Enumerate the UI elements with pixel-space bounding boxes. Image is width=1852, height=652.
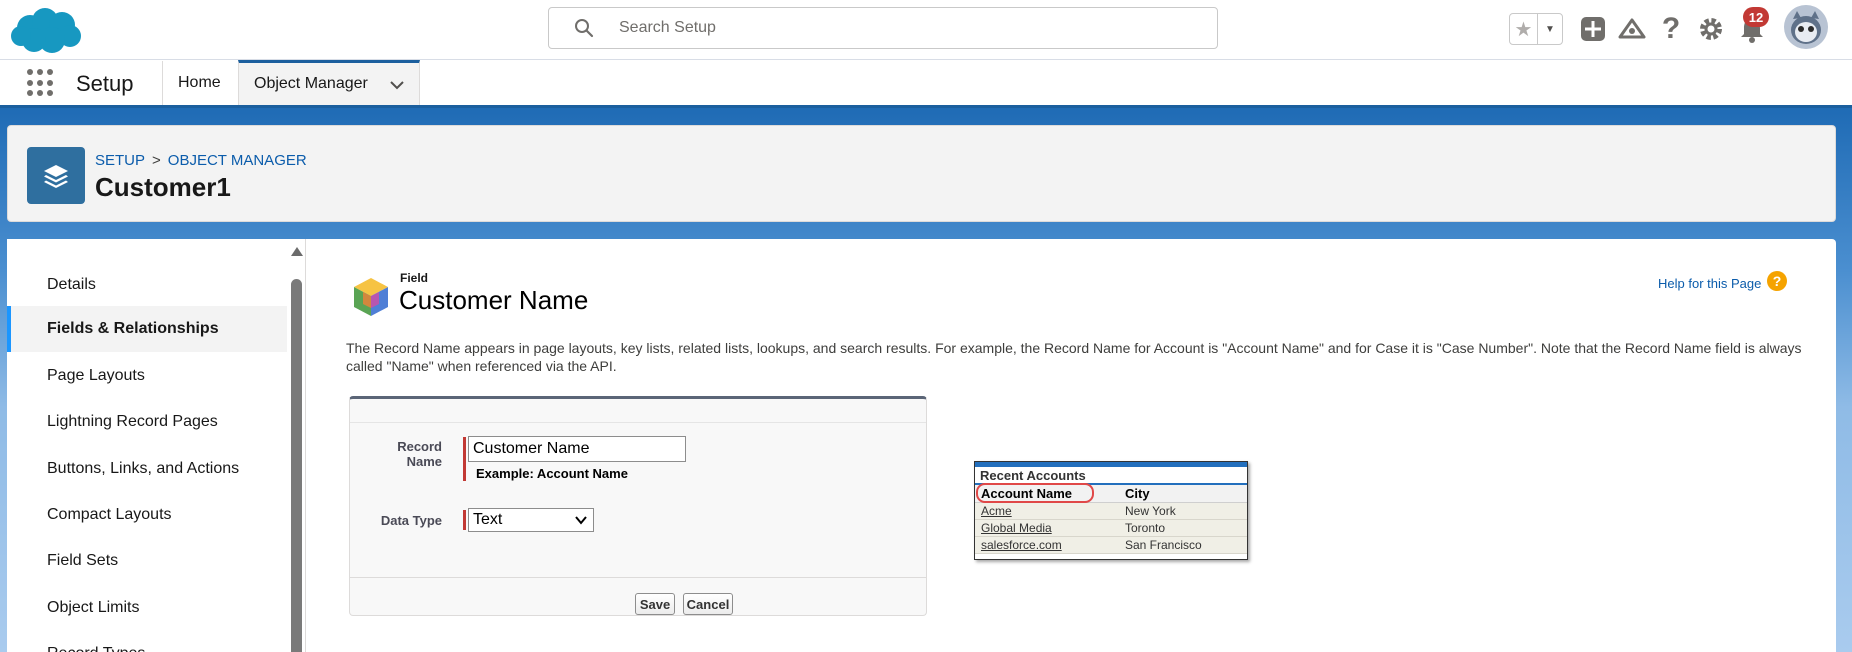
trailhead-icon[interactable] <box>1617 14 1647 44</box>
data-type-value: Text <box>473 511 503 528</box>
preview-cell: salesforce.com <box>981 538 1062 552</box>
avatar[interactable] <box>1784 5 1828 49</box>
sidebar-item-fields-relationships[interactable]: Fields & Relationships <box>7 306 287 352</box>
save-button[interactable]: Save <box>635 593 675 615</box>
search-icon <box>575 19 594 38</box>
help-link[interactable]: Help for this Page <box>1658 276 1761 291</box>
preview-row: salesforce.com San Francisco <box>975 537 1247 554</box>
form-top-bar <box>350 399 926 423</box>
sidebar-item-page-layouts[interactable]: Page Layouts <box>7 353 287 399</box>
preview-cell: Acme <box>981 504 1012 518</box>
divider <box>162 61 163 105</box>
data-type-label: Data Type <box>380 513 442 528</box>
cancel-button[interactable]: Cancel <box>683 593 733 615</box>
field-kicker: Field <box>400 271 429 285</box>
field-title: Customer Name <box>399 285 589 315</box>
record-name-input[interactable] <box>468 436 686 462</box>
tab-object-manager-label: Object Manager <box>254 75 368 92</box>
add-icon[interactable] <box>1578 14 1608 44</box>
gear-icon[interactable] <box>1696 14 1726 44</box>
highlight-ring <box>976 483 1094 503</box>
scroll-up-arrow-icon[interactable] <box>291 247 303 256</box>
salesforce-cloud-logo[interactable] <box>10 6 84 56</box>
preview-header-row: Account Name City <box>975 483 1247 503</box>
preview-row: Global Media Toronto <box>975 520 1247 537</box>
preview-cell: New York <box>1125 504 1176 518</box>
sidebar: Details Fields & Relationships Page Layo… <box>7 239 289 652</box>
star-icon[interactable]: ★ <box>1510 14 1538 44</box>
preview-cell: San Francisco <box>1125 538 1202 552</box>
sidebar-item-record-types[interactable]: Record Types <box>7 631 287 652</box>
content-area: Field Customer Name Help for this Page ?… <box>306 239 1836 652</box>
sidebar-item-object-limits[interactable]: Object Limits <box>7 585 287 631</box>
tab-home[interactable]: Home <box>178 74 221 92</box>
notification-badge: 12 <box>1743 7 1769 27</box>
sidebar-item-field-sets[interactable]: Field Sets <box>7 538 287 584</box>
chevron-down-icon[interactable]: ▼ <box>1538 14 1562 44</box>
description-text: The Record Name appears in page layouts,… <box>346 340 1802 374</box>
app-name: Setup <box>76 71 134 96</box>
breadcrumb: SETUP > OBJECT MANAGER <box>95 152 307 169</box>
breadcrumb-separator: > <box>152 152 161 169</box>
tab-object-manager[interactable]: Object Manager <box>238 60 420 105</box>
preview-cell: Toronto <box>1125 521 1166 535</box>
app-launcher-icon[interactable] <box>27 69 55 97</box>
required-indicator <box>463 437 466 481</box>
page-title: Customer1 <box>95 172 231 202</box>
breadcrumb-object-manager[interactable]: OBJECT MANAGER <box>168 152 307 169</box>
main-panel: Details Fields & Relationships Page Layo… <box>7 239 1836 652</box>
sidebar-item-details[interactable]: Details <box>7 262 287 308</box>
search-box[interactable] <box>548 7 1218 49</box>
field-cube-icon <box>354 278 388 316</box>
preview-row: Acme New York <box>975 503 1247 520</box>
recent-accounts-preview: Recent Accounts Account Name City Acme N… <box>974 461 1248 560</box>
record-name-form: Record Name Example: Account Name Data T… <box>349 396 927 616</box>
preview-column-header: Account Name <box>975 483 1125 503</box>
sidebar-item-compact-layouts[interactable]: Compact Layouts <box>7 492 287 538</box>
breadcrumb-setup[interactable]: SETUP <box>95 152 145 169</box>
sidebar-item-buttons-links-actions[interactable]: Buttons, Links, and Actions <box>7 446 287 492</box>
preview-cell: Global Media <box>981 521 1052 535</box>
required-indicator <box>463 510 466 530</box>
record-name-label: Record Name <box>397 439 442 469</box>
chevron-down-icon[interactable] <box>387 75 407 95</box>
sidebar-item-lightning-record-pages[interactable]: Lightning Record Pages <box>7 399 287 445</box>
global-header: ★ ▼ ? 12 <box>0 0 1852 60</box>
layers-icon <box>27 147 85 204</box>
page-header: SETUP > OBJECT MANAGER Customer1 <box>7 125 1836 222</box>
help-question-icon[interactable]: ? <box>1767 271 1787 291</box>
scrollbar-thumb[interactable] <box>291 279 302 652</box>
chevron-down-icon <box>575 516 587 525</box>
record-name-example: Example: Account Name <box>476 466 628 481</box>
favorites-control[interactable]: ★ ▼ <box>1509 13 1563 45</box>
help-icon[interactable]: ? <box>1656 12 1686 45</box>
sidebar-scrollbar[interactable] <box>290 247 304 652</box>
data-type-select[interactable]: Text <box>468 508 594 532</box>
preview-column-city: City <box>1125 486 1150 501</box>
search-input[interactable] <box>619 19 1179 37</box>
